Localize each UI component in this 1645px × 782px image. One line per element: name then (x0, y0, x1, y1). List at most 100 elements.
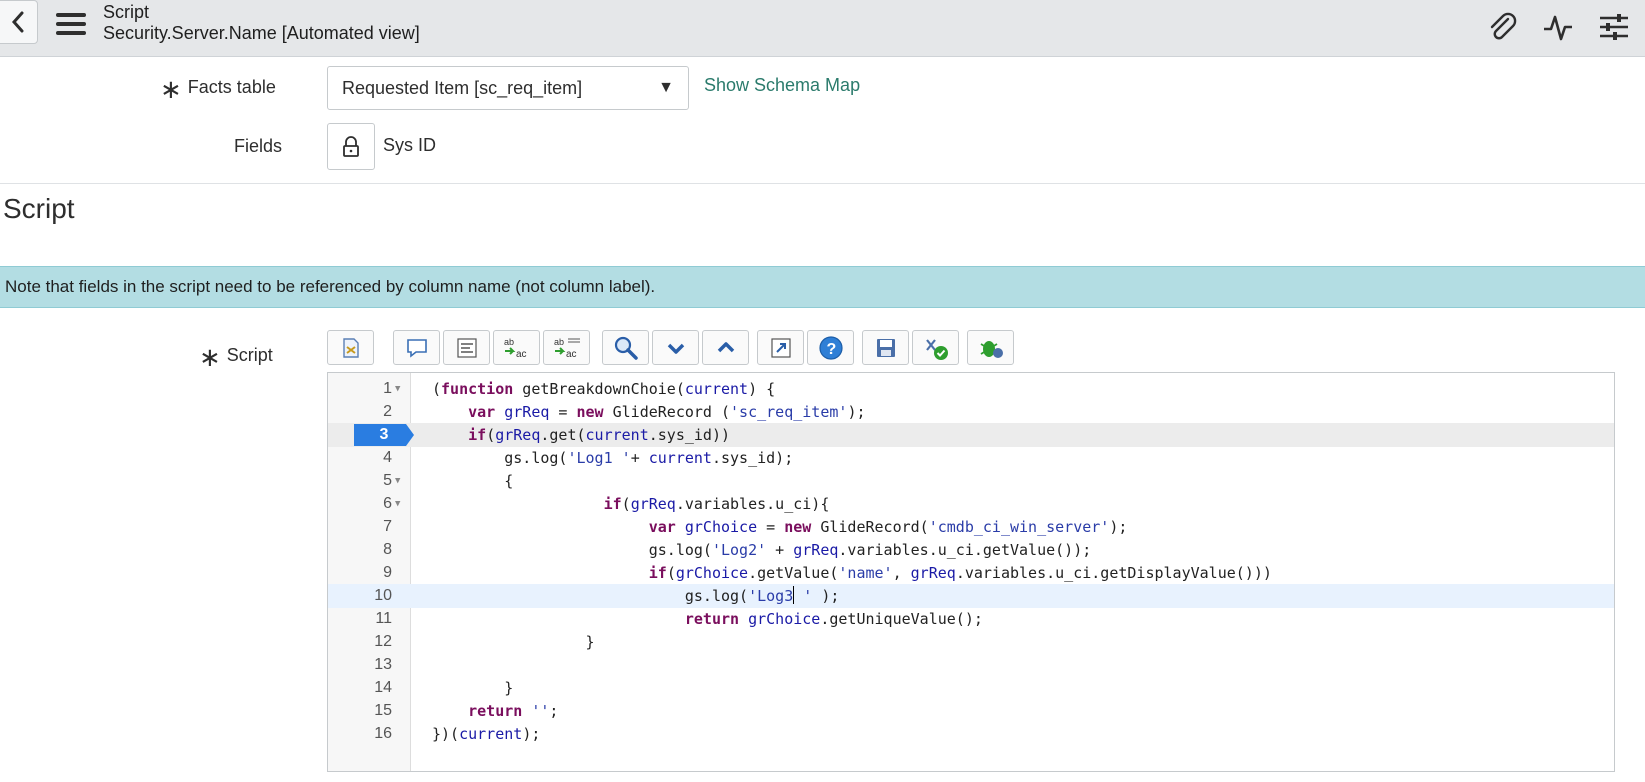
code-line[interactable]: 6 ▼ if(grReq.variables.u_ci){ (328, 492, 1614, 516)
fields-label: Fields (234, 136, 283, 156)
fold-toggle-icon[interactable]: ▼ (395, 377, 400, 401)
line-number: 2 (383, 403, 392, 420)
code-line[interactable]: 16 })(current); (328, 722, 1614, 746)
line-number: 1 (383, 380, 392, 397)
code-line[interactable]: 5 ▼ { (328, 469, 1614, 493)
code-text: { (432, 472, 514, 490)
code-line[interactable]: 3 if(grReq.get(current.sys_id)) (328, 423, 1614, 447)
line-number: 10 (374, 587, 392, 604)
code-line[interactable]: 1 ▼ (function getBreakdownChoie(current) { (328, 377, 1614, 401)
facts-table-value: Requested Item [sc_req_item] (342, 77, 583, 98)
script-label: Script (226, 345, 273, 365)
show-schema-map-link[interactable]: Show Schema Map (704, 75, 860, 96)
fold-toggle-icon[interactable]: ▼ (395, 492, 400, 516)
line-number: 14 (374, 679, 392, 696)
code-text: })(current); (432, 725, 541, 743)
line-number: 11 (375, 610, 392, 627)
line-number: 6 (383, 495, 392, 512)
format-icon (456, 337, 477, 358)
section-title: Script (3, 193, 75, 224)
toggle-comment-button[interactable] (393, 330, 440, 365)
code-line[interactable]: 9 if(grChoice.getValue('name', grReq.var… (328, 561, 1614, 585)
code-text: gs.log('Log2' + grReq.variables.u_ci.get… (432, 541, 1092, 559)
find-next-icon (667, 343, 684, 354)
line-number: 13 (374, 656, 392, 673)
replace-button[interactable]: ab ac (493, 330, 540, 365)
script-label-row: ∗ Script (199, 342, 273, 373)
search-button[interactable] (602, 330, 649, 365)
replace-all-button[interactable]: ab ac (543, 330, 590, 365)
code-text: if(grReq.get(current.sys_id)) (468, 426, 731, 444)
code-text: gs.log('Log1 '+ current.sys_id); (432, 449, 794, 467)
activity-icon[interactable] (1539, 8, 1577, 46)
line-number: 15 (374, 702, 392, 719)
svg-text:ac: ac (566, 349, 577, 360)
script-assistant-button[interactable] (327, 330, 374, 365)
find-next-button[interactable] (652, 330, 699, 365)
format-code-button[interactable] (443, 330, 490, 365)
code-line[interactable]: 14 } (328, 676, 1614, 700)
code-line[interactable]: 4 gs.log('Log1 '+ current.sys_id); (328, 446, 1614, 470)
save-button[interactable] (862, 330, 909, 365)
code-text: gs.log('Log3 ' ); (432, 586, 840, 605)
code-text: } (432, 633, 595, 651)
save-icon (876, 338, 895, 357)
line-number: 12 (374, 633, 392, 650)
replace-all-icon: abac (554, 337, 580, 360)
debug-icon (980, 340, 1003, 358)
line-number: 7 (383, 518, 392, 535)
code-line[interactable]: 8 gs.log('Log2' + grReq.variables.u_ci.g… (328, 538, 1614, 562)
svg-text:?: ? (826, 341, 836, 358)
facts-table-select[interactable]: Requested Item [sc_req_item] ▼ (327, 66, 689, 110)
code-line[interactable]: 15 return ''; (328, 699, 1614, 723)
code-text: (function getBreakdownChoie(current) { (432, 380, 776, 398)
code-text: return grChoice.getUniqueValue(); (684, 610, 983, 628)
svg-text:ac: ac (516, 349, 527, 360)
code-text: if(grChoice.getValue('name', grReq.varia… (648, 564, 1272, 582)
facts-table-label: Facts table (187, 77, 276, 97)
lock-icon (343, 135, 359, 157)
paperclip-icon[interactable] (1483, 8, 1521, 46)
debug-button[interactable] (967, 330, 1014, 365)
form-header: Script Security.Server.Name [Automated v… (0, 0, 1645, 57)
code-text: return ''; (468, 702, 559, 720)
code-line[interactable]: 10 gs.log('Log3 ' ); (328, 584, 1614, 608)
svg-text:ab: ab (504, 337, 514, 347)
fold-toggle-icon[interactable]: ▼ (395, 469, 400, 493)
back-icon (11, 11, 24, 33)
fullscreen-button[interactable] (757, 330, 804, 365)
code-text: } (432, 679, 514, 697)
code-line[interactable]: 2 var grReq = new GlideRecord ('sc_req_i… (328, 400, 1614, 424)
line-number: 16 (374, 725, 392, 742)
script-editor[interactable]: 1 ▼ (function getBreakdownChoie(current) {… (327, 372, 1615, 772)
code-text: var grReq = new GlideRecord ('sc_req_ite… (468, 403, 866, 421)
check-syntax-icon (925, 338, 948, 360)
svg-text:ab: ab (554, 337, 564, 347)
find-previous-icon (717, 341, 734, 352)
help-icon: ? (818, 335, 843, 360)
dropdown-arrow-icon: ▼ (658, 79, 674, 96)
code-line[interactable]: 12 } (328, 630, 1614, 654)
search-icon (614, 336, 638, 360)
page-subtitle: Security.Server.Name [Automated view] (103, 23, 420, 43)
line-number: 4 (383, 449, 392, 466)
line-number: 5 (383, 472, 392, 489)
info-note: Note that fields in the script need to b… (0, 266, 1645, 308)
unlock-fields-button[interactable] (327, 123, 375, 170)
settings-sliders-icon[interactable] (1595, 8, 1633, 46)
code-line[interactable]: 11 return grChoice.getUniqueValue(); (328, 607, 1614, 631)
comment-icon (406, 338, 427, 358)
page-title: Script (103, 2, 150, 22)
back-button[interactable] (0, 0, 38, 44)
help-button[interactable]: ? (807, 330, 854, 365)
menu-icon[interactable] (56, 13, 86, 37)
code-line[interactable]: 7 var grChoice = new GlideRecord('cmdb_c… (328, 515, 1614, 539)
required-marker: ∗ (199, 342, 221, 372)
line-number: 8 (383, 541, 392, 558)
code-text: var grChoice = new GlideRecord('cmdb_ci_… (648, 518, 1128, 536)
find-previous-button[interactable] (702, 330, 749, 365)
script-assistant-icon (342, 337, 359, 358)
replace-icon: abac (504, 337, 527, 360)
check-syntax-button[interactable] (912, 330, 959, 365)
code-line[interactable]: 13 (328, 653, 1614, 677)
